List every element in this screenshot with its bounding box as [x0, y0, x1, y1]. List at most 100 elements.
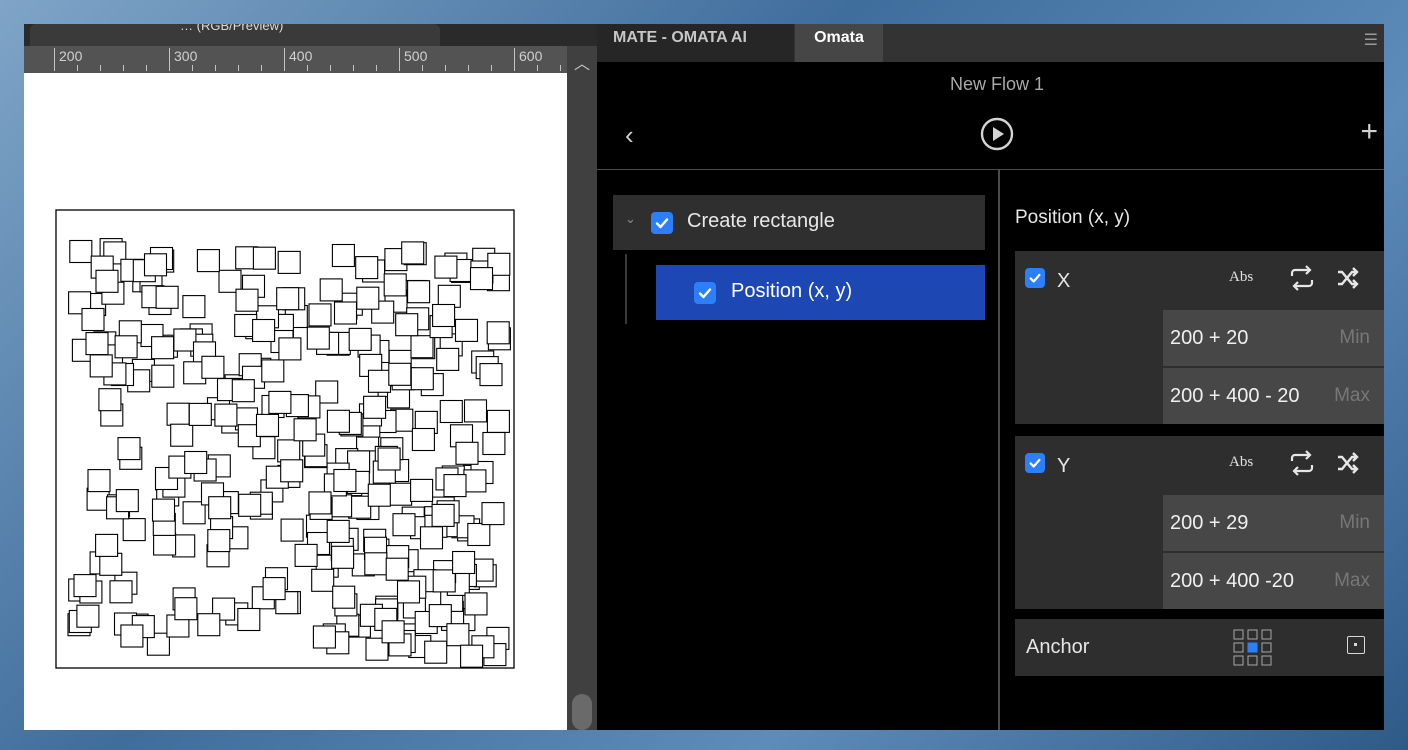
header-divider: [597, 169, 1384, 170]
anchor-cell-selected[interactable]: [1247, 642, 1258, 653]
random-square: [434, 255, 458, 279]
random-square: [388, 362, 412, 386]
y-min-field[interactable]: 200 + 29 Min: [1163, 495, 1384, 551]
random-square: [73, 574, 97, 598]
shuffle-icon[interactable]: [1335, 450, 1361, 476]
random-square: [377, 447, 401, 471]
anchor-cell[interactable]: [1261, 655, 1272, 666]
ruler-tick: [514, 48, 515, 71]
x-property-block: X Abs 200 + 20 Min 200 + 400 - 20 Max: [1015, 251, 1384, 424]
artwork-svg: [55, 209, 515, 669]
random-square: [188, 402, 212, 426]
properties-title: Position (x, y): [1015, 207, 1131, 228]
random-square: [436, 347, 460, 371]
ruler-minor-tick: [261, 65, 262, 71]
y-abs-toggle[interactable]: Abs: [1229, 454, 1253, 471]
anchor-frame-icon[interactable]: [1347, 636, 1365, 654]
random-square: [280, 459, 304, 483]
anchor-label: Anchor: [1026, 636, 1090, 658]
random-square: [385, 557, 409, 581]
random-square: [326, 409, 350, 433]
random-square: [85, 332, 109, 356]
x-abs-toggle[interactable]: Abs: [1229, 269, 1253, 286]
y-min-value: 200 + 29: [1170, 512, 1249, 534]
x-max-field[interactable]: 200 + 400 - 20 Max: [1163, 368, 1384, 424]
x-min-field[interactable]: 200 + 20 Min: [1163, 310, 1384, 366]
scroll-thumb[interactable]: [572, 694, 592, 730]
tree-item-create-rectangle[interactable]: ⌄ Create rectangle: [613, 195, 985, 250]
random-square: [432, 303, 456, 328]
anchor-cell[interactable]: [1233, 629, 1244, 640]
random-square: [364, 552, 388, 576]
random-square: [424, 640, 448, 664]
random-square: [268, 390, 292, 414]
random-square: [151, 336, 175, 360]
random-square: [329, 494, 353, 518]
checkmark-icon: [1029, 458, 1041, 468]
repeat-icon[interactable]: [1287, 450, 1317, 476]
play-button-icon[interactable]: [979, 116, 1015, 152]
random-square: [355, 256, 379, 280]
random-square: [367, 483, 391, 507]
tree-item-position[interactable]: Position (x, y): [656, 265, 985, 320]
y-checkbox[interactable]: [1025, 453, 1045, 473]
random-square: [235, 288, 259, 312]
column-divider: [998, 170, 1000, 730]
back-chevron-icon[interactable]: ‹: [625, 120, 634, 151]
random-square: [331, 545, 355, 569]
tree-item-label: Position (x, y): [731, 280, 853, 302]
scroll-up-chevron-icon[interactable]: ︿: [567, 50, 597, 80]
random-square: [381, 620, 405, 644]
checkmark-icon: [655, 218, 669, 229]
random-square: [277, 250, 301, 274]
random-square: [410, 335, 434, 359]
shuffle-icon[interactable]: [1335, 265, 1361, 291]
anchor-cell[interactable]: [1247, 655, 1258, 666]
anchor-cell[interactable]: [1233, 642, 1244, 653]
random-square: [482, 431, 506, 456]
random-square: [201, 355, 225, 379]
artboard-canvas[interactable]: [24, 73, 567, 730]
tab-mate-omata-ai[interactable]: MATE - OMATA AI: [597, 24, 794, 62]
document-tab[interactable]: … (RGB/Preview): [30, 24, 440, 46]
anchor-cell[interactable]: [1247, 629, 1258, 640]
random-square: [214, 403, 238, 427]
random-square: [151, 498, 176, 522]
ruler-minor-tick: [353, 65, 354, 71]
random-square: [197, 613, 221, 637]
add-plus-icon[interactable]: +: [1360, 116, 1378, 148]
chevron-down-icon[interactable]: ⌄: [625, 211, 636, 227]
anchor-row: Anchor: [1015, 619, 1384, 676]
position-checkbox[interactable]: [694, 282, 716, 304]
random-square: [419, 526, 444, 550]
flow-title: New Flow 1: [949, 74, 1045, 94]
vertical-scrollbar[interactable]: ︿: [567, 46, 597, 730]
tree-item-label: Create rectangle: [687, 210, 835, 232]
anchor-cell[interactable]: [1261, 642, 1272, 653]
y-max-field[interactable]: 200 + 400 -20 Max: [1163, 553, 1384, 609]
random-square: [389, 482, 413, 506]
panel-tab-bar: MATE - OMATA AI Omata ☰: [597, 24, 1384, 62]
random-square: [356, 286, 380, 310]
random-square: [173, 328, 197, 352]
random-square: [277, 439, 301, 463]
tab-omata[interactable]: Omata: [795, 24, 883, 62]
ruler-minor-tick: [146, 65, 147, 71]
random-square: [120, 624, 144, 648]
create-rectangle-checkbox[interactable]: [651, 212, 673, 234]
random-square: [348, 327, 372, 351]
ruler-minor-tick: [100, 65, 101, 71]
x-checkbox[interactable]: [1025, 268, 1045, 288]
random-square: [308, 303, 332, 327]
random-square: [407, 280, 431, 304]
panel-menu-icon[interactable]: ☰: [1364, 30, 1378, 50]
repeat-icon[interactable]: [1287, 265, 1317, 291]
anchor-grid-icon[interactable]: [1232, 628, 1274, 668]
anchor-cell[interactable]: [1261, 629, 1272, 640]
x-min-tag: Min: [1339, 327, 1370, 348]
ruler-tick: [399, 48, 400, 71]
random-square: [95, 269, 119, 293]
ruler-minor-tick: [376, 65, 377, 71]
anchor-cell[interactable]: [1233, 655, 1244, 666]
random-square: [332, 585, 356, 609]
